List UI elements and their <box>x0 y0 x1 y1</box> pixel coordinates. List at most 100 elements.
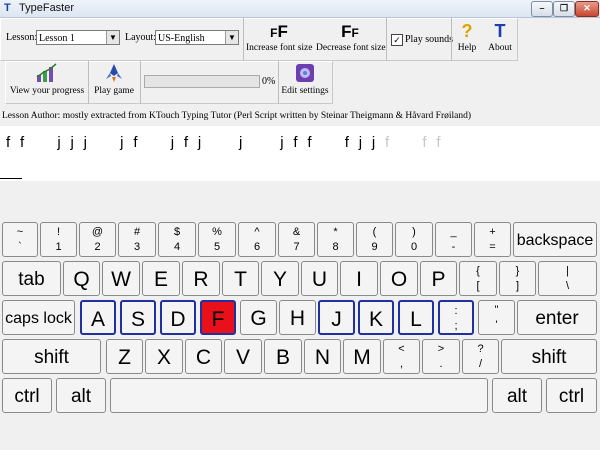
key-top-label: | <box>566 265 569 277</box>
key-ctrl-right[interactable]: ctrl <box>546 378 597 413</box>
key-slash[interactable]: ? / <box>462 339 499 374</box>
key-b[interactable]: B <box>264 339 302 374</box>
key-e[interactable]: E <box>142 261 180 296</box>
key-i[interactable]: I <box>340 261 378 296</box>
key-bottom-label: 7 <box>293 241 300 253</box>
key-caps-lock[interactable]: caps lock <box>2 300 75 335</box>
lesson-pending-text: f f f <box>375 134 442 151</box>
key-enter[interactable]: enter <box>517 300 597 335</box>
key-shift-left[interactable]: shift <box>2 339 101 374</box>
key-c[interactable]: C <box>185 339 222 374</box>
layout-select[interactable]: US-English ▼ <box>155 30 239 45</box>
key-tab[interactable]: tab <box>2 261 61 296</box>
key-alt-left[interactable]: alt <box>56 378 106 413</box>
key-label: E <box>153 268 168 291</box>
play-sounds-checkbox[interactable]: ✓ <box>391 34 403 46</box>
key-k[interactable]: K <box>358 300 394 335</box>
key-w[interactable]: W <box>102 261 140 296</box>
help-button[interactable]: ? Help <box>452 18 482 59</box>
key-top-label: " <box>494 304 499 316</box>
settings-icon <box>280 63 330 85</box>
key-bottom-label: 2 <box>94 241 101 253</box>
toolbar-divider <box>88 61 89 104</box>
lesson-text-area[interactable]: f f j j j j f j f j j j f f f j j f f f <box>0 126 600 181</box>
key-left-bracket[interactable]: {[ <box>459 261 497 296</box>
decrease-font-size-button[interactable]: FF Decrease font size <box>316 18 386 59</box>
key-alt-right[interactable]: alt <box>492 378 542 413</box>
key-z[interactable]: Z <box>106 339 143 374</box>
lesson-select[interactable]: Lesson 1 ▼ <box>36 30 120 45</box>
edit-settings-button[interactable]: Edit settings <box>280 61 330 102</box>
typefaster-logo-icon: T <box>494 21 506 41</box>
key-quote[interactable]: " ' <box>478 300 515 335</box>
key-top-label: ? <box>477 343 484 355</box>
key-n[interactable]: N <box>304 339 341 374</box>
key-space[interactable] <box>110 378 488 413</box>
key-8[interactable]: * 8 <box>317 222 354 257</box>
key-m[interactable]: M <box>343 339 381 374</box>
key-u[interactable]: U <box>301 261 338 296</box>
key-x[interactable]: X <box>145 339 183 374</box>
key-6[interactable]: ^ 6 <box>238 222 276 257</box>
key-label: U <box>311 268 328 291</box>
play-game-button[interactable]: Play game <box>90 61 138 102</box>
close-button[interactable]: ✕ <box>575 1 599 17</box>
key-label: caps lock <box>5 310 72 327</box>
key-1[interactable]: ! 1 <box>40 222 77 257</box>
key-q[interactable]: Q <box>63 261 100 296</box>
key-bottom-label: ] <box>515 280 520 292</box>
key-5[interactable]: % 5 <box>198 222 236 257</box>
key-y[interactable]: Y <box>261 261 299 296</box>
key-h[interactable]: H <box>279 300 316 335</box>
key-label: alt <box>506 386 528 407</box>
key-comma[interactable]: <, <box>383 339 420 374</box>
key-top-label: _ <box>450 226 457 238</box>
key-label: G <box>250 307 267 330</box>
key-right-bracket[interactable]: }] <box>499 261 536 296</box>
key-f[interactable]: F <box>200 300 236 335</box>
decrease-font-icon: FF <box>341 22 359 41</box>
minimize-button[interactable]: – <box>531 1 553 17</box>
view-progress-label: View your progress <box>9 86 85 96</box>
key-4[interactable]: $4 <box>158 222 196 257</box>
key-ctrl-left[interactable]: ctrl <box>2 378 52 413</box>
maximize-button[interactable]: ❐ <box>553 1 575 17</box>
key-p[interactable]: P <box>420 261 457 296</box>
key-label: S <box>130 308 145 331</box>
typefaster-app-icon: T <box>4 2 11 14</box>
key-3[interactable]: #3 <box>118 222 156 257</box>
key-top-label: & <box>292 226 301 238</box>
key-2[interactable]: @2 <box>79 222 116 257</box>
key-backslash[interactable]: | \ <box>538 261 597 296</box>
key-semicolon[interactable]: :; <box>438 300 474 335</box>
key-s[interactable]: S <box>120 300 156 335</box>
key-r[interactable]: R <box>182 261 220 296</box>
key-v[interactable]: V <box>224 339 262 374</box>
key-top-label: $ <box>173 226 181 238</box>
increase-font-size-button[interactable]: FF Increase font size <box>246 18 312 59</box>
about-label: About <box>488 43 512 53</box>
view-progress-button[interactable]: View your progress <box>8 61 86 102</box>
key-top-label: { <box>476 265 480 277</box>
key-equals[interactable]: + = <box>474 222 511 257</box>
key-label: C <box>195 346 212 369</box>
key-minus[interactable]: _ - <box>435 222 472 257</box>
key-j[interactable]: J <box>318 300 355 335</box>
key-t[interactable]: T <box>222 261 259 296</box>
key-7[interactable]: & 7 <box>278 222 315 257</box>
key-o[interactable]: O <box>380 261 418 296</box>
key-0[interactable]: ) 0 <box>395 222 433 257</box>
key-shift-right[interactable]: shift <box>501 339 597 374</box>
key-g[interactable]: G <box>240 300 277 335</box>
key-a[interactable]: A <box>80 300 116 335</box>
key-label: F <box>211 308 225 331</box>
key-l[interactable]: L <box>398 300 434 335</box>
key-d[interactable]: D <box>160 300 196 335</box>
about-button[interactable]: T About <box>484 18 516 59</box>
key-9[interactable]: (9 <box>356 222 393 257</box>
key-bottom-label: [ <box>476 280 480 292</box>
key-top-label: % <box>212 226 222 238</box>
key-period[interactable]: >. <box>422 339 460 374</box>
key-backspace[interactable]: backspace <box>513 222 597 257</box>
key-backtick[interactable]: ~ ` <box>2 222 38 257</box>
